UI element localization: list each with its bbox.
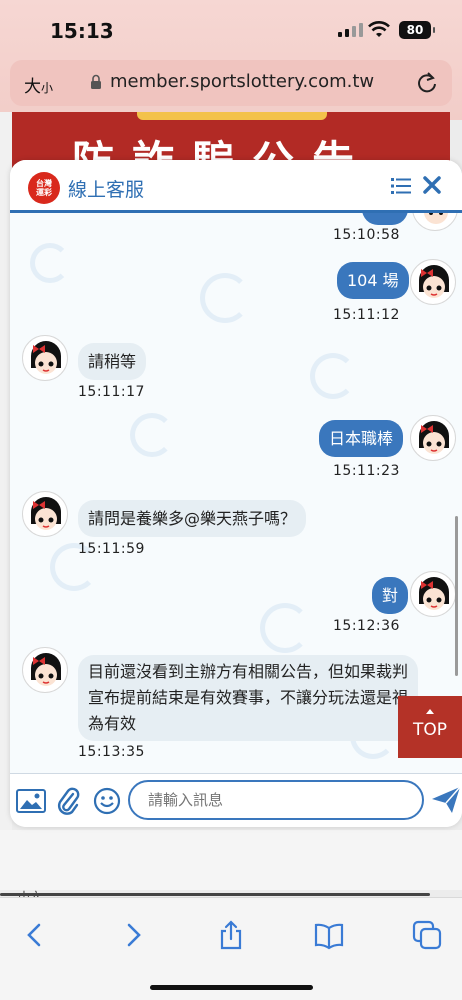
message-bubble-incoming: 請問是養樂多@樂天燕子嗎？ bbox=[78, 500, 307, 537]
url-bar[interactable]: 大小 member.sportslottery.com.tw bbox=[10, 60, 452, 106]
background-pattern bbox=[310, 353, 356, 399]
message-time: 15:11:17 bbox=[78, 384, 145, 400]
background-pattern bbox=[130, 413, 174, 457]
signal-icon bbox=[338, 23, 363, 37]
tabs-icon[interactable] bbox=[412, 920, 442, 950]
menu-icon[interactable] bbox=[391, 178, 411, 194]
lock-icon bbox=[91, 74, 101, 89]
message-time: 15:13:35 bbox=[78, 744, 145, 760]
background-pattern bbox=[30, 243, 70, 283]
chat-title: 線上客服 bbox=[68, 179, 145, 201]
message-time: 15:11:12 bbox=[333, 307, 400, 323]
share-icon[interactable] bbox=[216, 920, 246, 950]
message-bubble-incoming: 請稍等 bbox=[78, 343, 147, 380]
arrow-up-icon bbox=[426, 709, 434, 714]
user-avatar bbox=[410, 415, 456, 461]
message-bubble-outgoing bbox=[362, 213, 408, 225]
message-composer bbox=[10, 773, 462, 827]
user-avatar bbox=[412, 213, 458, 231]
browser-top-area: 15:13 80 大小 member.sportslottery.com.tw bbox=[0, 0, 462, 120]
paperclip-icon[interactable] bbox=[56, 786, 80, 816]
message-bubble-incoming: 目前還沒看到主辦方有相關公告，但如果裁判宣布提前結束是有效賽事，不讓分玩法還是視… bbox=[78, 655, 418, 741]
message-list[interactable]: 15:10:58 104 場 15:11:12 請稍等 15:11:17 日本職… bbox=[10, 213, 462, 773]
chat-header: 台灣 運彩 線上客服 bbox=[10, 160, 462, 213]
message-time: 15:12:36 bbox=[333, 618, 400, 634]
agent-avatar bbox=[22, 491, 68, 537]
user-avatar bbox=[410, 571, 456, 617]
page-footer-area bbox=[0, 830, 462, 890]
background-pattern bbox=[260, 603, 310, 653]
smile-icon[interactable] bbox=[93, 787, 121, 815]
scrollbar[interactable] bbox=[455, 516, 458, 676]
message-time: 15:11:59 bbox=[78, 541, 145, 557]
status-time: 15:13 bbox=[50, 19, 114, 43]
message-input[interactable] bbox=[128, 780, 424, 820]
user-avatar bbox=[410, 259, 456, 305]
chat-window: 台灣 運彩 線上客服 15:10:58 104 場 15:11:12 請稍等 1… bbox=[10, 160, 462, 827]
message-bubble-outgoing: 104 場 bbox=[337, 262, 409, 299]
message-bubble-outgoing: 日本職棒 bbox=[319, 420, 404, 457]
home-indicator bbox=[150, 985, 313, 990]
battery-icon: 80 bbox=[399, 21, 435, 39]
close-icon[interactable] bbox=[422, 175, 442, 195]
divider bbox=[0, 893, 430, 896]
image-icon[interactable] bbox=[16, 789, 46, 813]
back-icon[interactable] bbox=[20, 920, 50, 950]
url-text[interactable]: member.sportslottery.com.tw bbox=[110, 71, 374, 92]
background-pattern bbox=[200, 273, 250, 323]
send-icon[interactable] bbox=[430, 784, 462, 816]
agent-avatar bbox=[22, 335, 68, 381]
text-size-button[interactable]: 大小 bbox=[24, 72, 53, 97]
brand-logo: 台灣 運彩 bbox=[28, 172, 60, 204]
message-bubble-outgoing: 對 bbox=[372, 577, 409, 614]
message-time: 15:11:23 bbox=[333, 463, 400, 479]
message-time: 15:10:58 bbox=[333, 227, 400, 243]
agent-avatar bbox=[22, 647, 68, 693]
banner-accent bbox=[137, 112, 327, 120]
reload-icon[interactable] bbox=[416, 70, 438, 94]
wifi-icon bbox=[368, 21, 390, 37]
forward-icon[interactable] bbox=[118, 920, 148, 950]
bookmarks-icon[interactable] bbox=[314, 920, 344, 950]
scroll-top-button[interactable]: TOP bbox=[398, 696, 462, 758]
